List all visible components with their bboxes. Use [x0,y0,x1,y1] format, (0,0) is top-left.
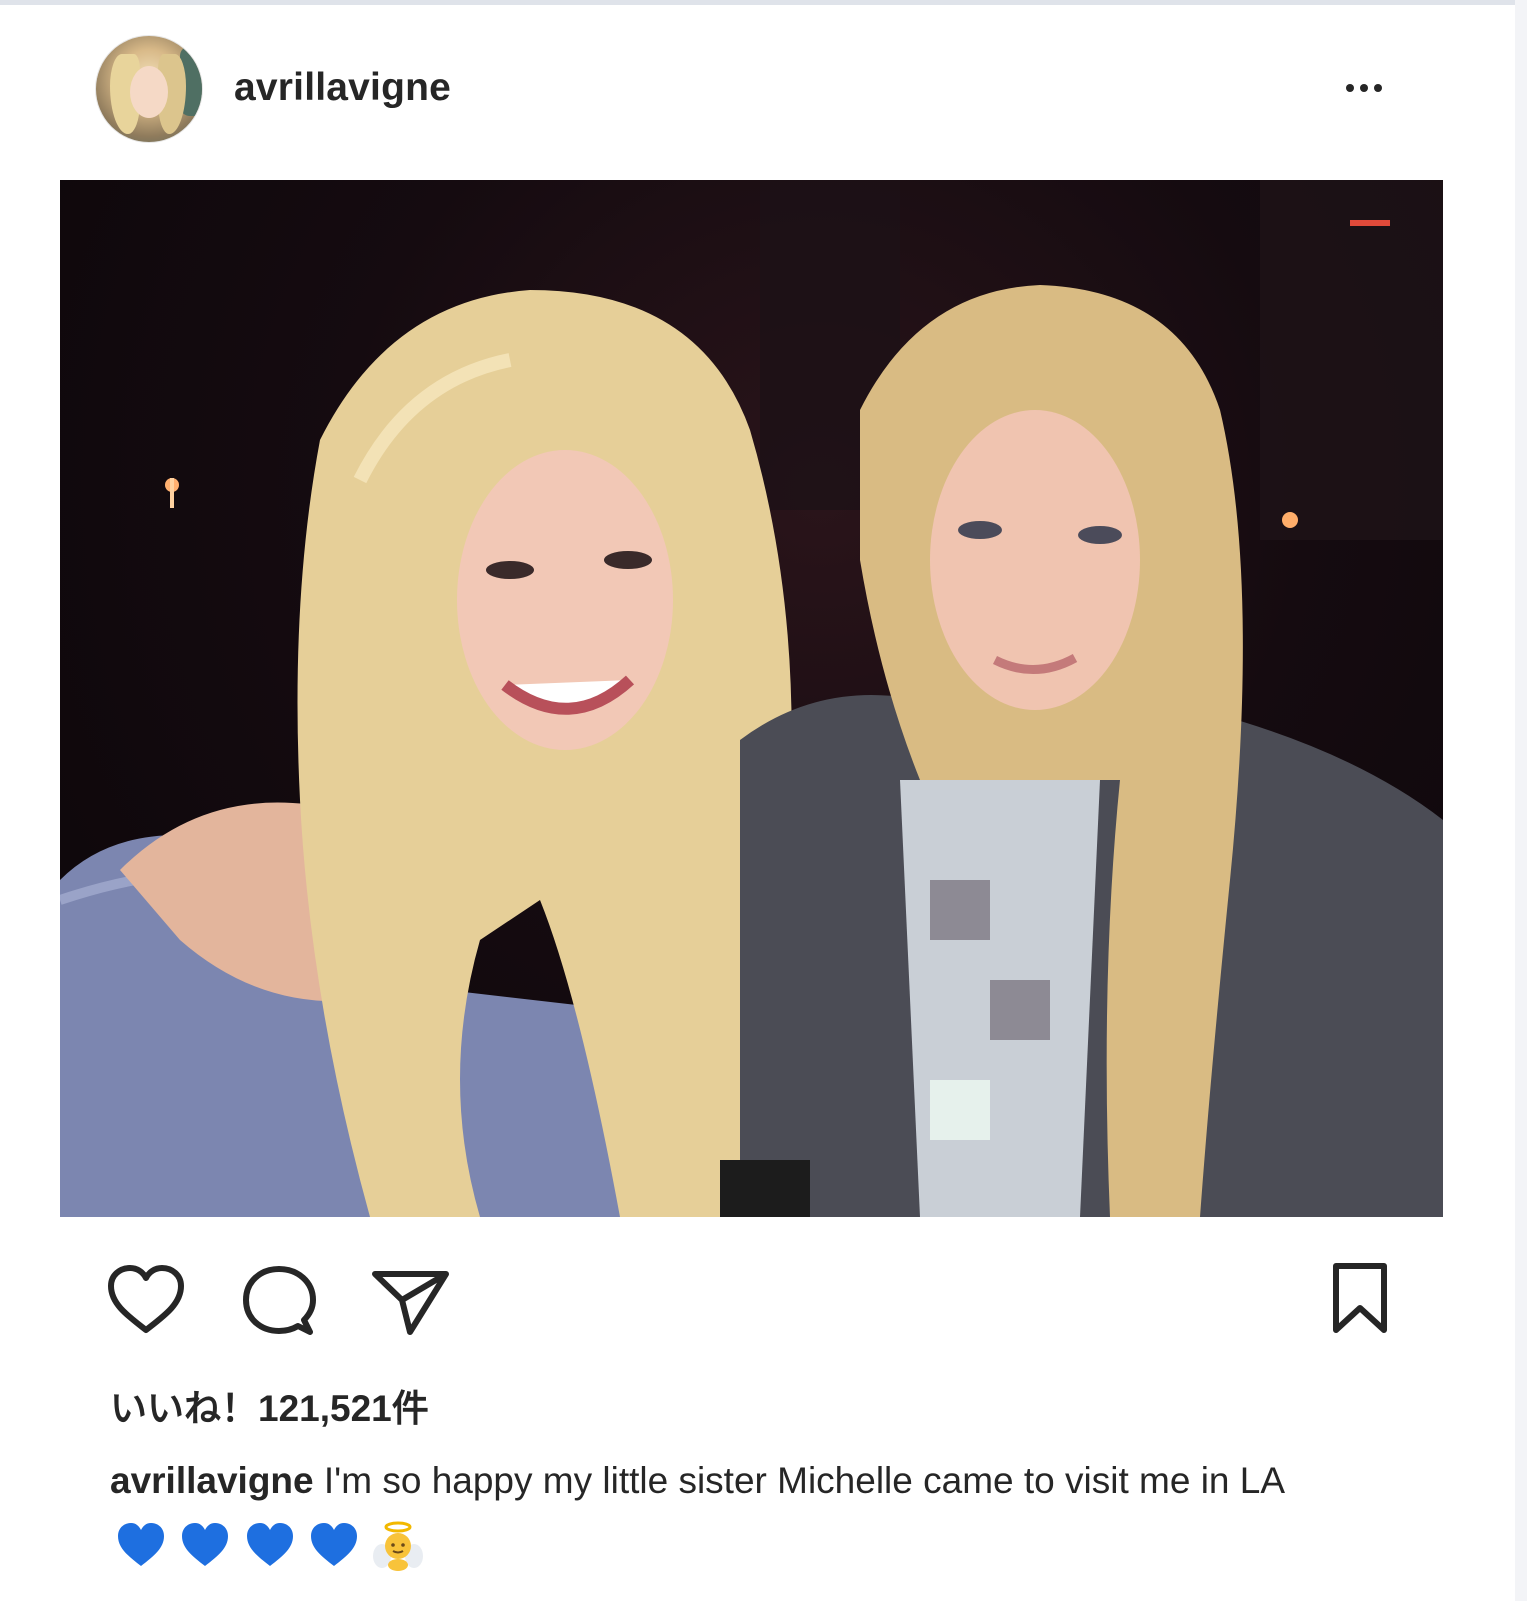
post-caption: avrillavigne I'm so happy my little sist… [110,1452,1410,1572]
blue-heart-emoji [246,1523,293,1567]
blue-heart-emoji [182,1523,229,1567]
avatar-face [130,66,168,118]
more-options-icon[interactable] [1344,76,1394,100]
top-border [0,0,1527,5]
likes-count[interactable]: いいね！121,521件 [110,1378,429,1432]
dot [1360,84,1368,92]
caption-username[interactable]: avrillavigne [110,1460,314,1501]
bookmark-icon[interactable] [1330,1262,1390,1334]
right-edge-strip [1515,0,1527,1601]
paper-plane-icon[interactable] [370,1266,450,1336]
caption-text: I'm so happy my little sister Michelle c… [323,1460,1283,1501]
avatar[interactable] [96,36,202,142]
dot [1374,84,1382,92]
blue-heart-emoji [118,1523,164,1567]
post-header: avrillavigne [96,36,1426,142]
action-bar [100,1260,1400,1340]
blue-heart-emoji [310,1523,357,1567]
caption-emojis [114,1514,425,1572]
baby-angel-emoji [373,1521,424,1572]
speech-bubble-icon[interactable] [242,1264,316,1338]
photo-illustration [60,180,1443,1217]
post-photo[interactable] [60,180,1443,1217]
dot [1346,84,1354,92]
username-link[interactable]: avrillavigne [234,66,451,110]
heart-outline-icon[interactable] [106,1264,186,1336]
